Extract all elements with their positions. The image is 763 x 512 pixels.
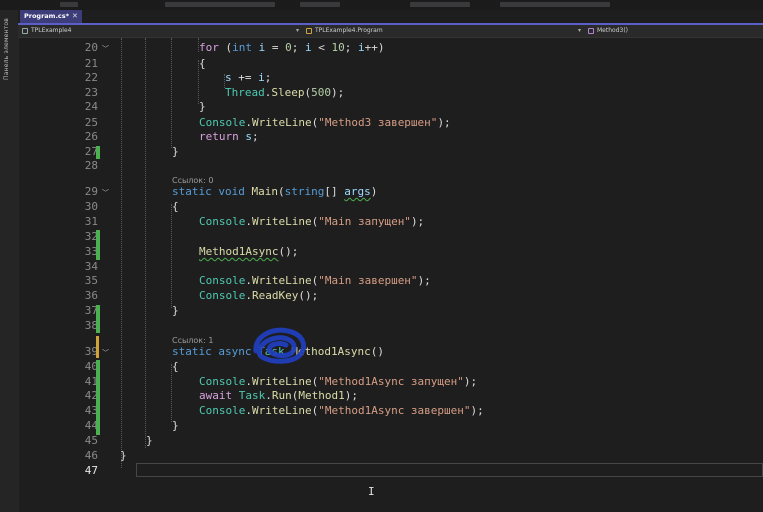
code-line: return s; — [199, 130, 259, 143]
line-number: 42 — [84, 389, 98, 402]
line-number: 40 — [84, 360, 98, 373]
change-marker — [96, 360, 100, 435]
line-number: 23 — [84, 86, 98, 99]
tab-label: Program.cs* — [24, 12, 70, 20]
line-number: 39 — [84, 345, 98, 358]
code-line: for (int i = 0; i < 10; i++) — [199, 41, 385, 54]
line-number: 28 — [84, 159, 98, 172]
toolbar-blur — [410, 2, 470, 7]
change-marker — [96, 230, 100, 260]
toolbar-blur — [60, 2, 78, 7]
line-number: 34 — [84, 260, 98, 273]
member-dropdown[interactable]: Method3() — [588, 25, 628, 37]
line-number: 45 — [84, 434, 98, 447]
code-line: } — [146, 434, 153, 447]
code-line: s += i; — [225, 71, 272, 84]
close-icon[interactable]: ✕ — [72, 10, 78, 23]
code-line: } — [172, 419, 179, 432]
toolbox-label[interactable]: Панель элементов — [3, 18, 10, 80]
code-lens-references[interactable]: Ссылок: 1 — [172, 336, 213, 345]
line-number: 24 — [84, 100, 98, 113]
code-line: { — [172, 360, 179, 373]
csharp-project-icon — [22, 28, 28, 34]
line-number: 20 — [84, 41, 98, 54]
code-line: Console.WriteLine("Main завершен"); — [199, 274, 431, 287]
toolbox-panel[interactable]: Панель элементов — [0, 10, 19, 512]
fold-chevron-icon[interactable]: ﹀ — [102, 188, 109, 198]
line-number: 26 — [84, 130, 98, 143]
line-number: 36 — [84, 289, 98, 302]
code-line: await Task.Run(Method1); — [199, 389, 358, 402]
gutter-border — [18, 38, 19, 512]
tab-strip: Program.cs* ✕ — [18, 10, 763, 25]
indent-guide — [121, 38, 122, 468]
indent-guide — [145, 38, 146, 448]
code-line: Console.WriteLine("Method1Async запущен"… — [199, 375, 478, 388]
code-lens-references[interactable]: Ссылок: 0 — [172, 176, 213, 185]
project-name: TPLExample4 — [31, 27, 72, 34]
code-line: Console.WriteLine("Main запущен"); — [199, 215, 425, 228]
line-number: 37 — [84, 304, 98, 317]
tab-program-cs[interactable]: Program.cs* ✕ — [20, 10, 82, 23]
method-icon — [588, 28, 594, 34]
line-number: 21 — [84, 57, 98, 70]
line-number: 38 — [84, 319, 98, 332]
line-number: 25 — [84, 116, 98, 129]
line-number: 32 — [84, 230, 98, 243]
change-marker — [96, 336, 99, 358]
fold-chevron-icon[interactable]: ﹀ — [102, 348, 109, 358]
code-line: { — [199, 57, 206, 70]
current-line-highlight[interactable] — [136, 463, 763, 477]
code-line: Method1Async(); — [199, 245, 299, 258]
code-line: } — [172, 304, 179, 317]
indent-guide — [171, 204, 172, 308]
navigation-bar: TPLExample4 ▾ TPLExample4.Program ▾ Meth… — [18, 25, 763, 38]
line-number: 30 — [84, 200, 98, 213]
line-number: 27 — [84, 145, 98, 158]
chevron-down-icon[interactable]: ▾ — [578, 25, 581, 37]
code-line: Thread.Sleep(500); — [225, 86, 345, 99]
fold-chevron-icon[interactable]: ﹀ — [102, 44, 109, 54]
chevron-down-icon[interactable]: ▾ — [296, 25, 299, 37]
toolbar-blur — [500, 2, 610, 7]
line-number: 22 — [84, 71, 98, 84]
change-marker — [96, 305, 100, 333]
code-editor[interactable]: 20 21 22 23 24 25 26 27 28 29 30 31 32 3… — [18, 38, 763, 512]
code-line: Console.WriteLine("Method3 завершен"); — [199, 116, 451, 129]
line-number: 44 — [84, 419, 98, 432]
class-dropdown[interactable]: TPLExample4.Program — [306, 25, 383, 37]
code-line: } — [120, 449, 127, 462]
line-number: 46 — [84, 449, 98, 462]
code-line: Console.ReadKey(); — [199, 289, 319, 302]
line-number: 47 — [84, 464, 98, 477]
pen-annotation — [253, 327, 306, 364]
toolbar-blur — [165, 2, 275, 7]
line-number: 43 — [84, 404, 98, 417]
change-marker — [96, 146, 100, 159]
line-number: 41 — [84, 375, 98, 388]
toolbar-blur — [300, 2, 340, 7]
class-icon — [306, 28, 312, 34]
line-number: 31 — [84, 215, 98, 228]
code-line: } — [199, 100, 206, 113]
code-line: } — [172, 145, 179, 158]
project-dropdown[interactable]: TPLExample4 — [22, 25, 71, 37]
indent-guide — [171, 38, 172, 148]
code-line: static void Main(string[] args) — [172, 185, 378, 198]
member-name: Method3() — [597, 27, 629, 34]
class-name: TPLExample4.Program — [315, 27, 383, 34]
text-cursor-icon: I — [368, 485, 375, 498]
line-number: 33 — [84, 245, 98, 258]
line-number: 29 — [84, 185, 98, 198]
line-number: 35 — [84, 274, 98, 287]
code-line: { — [172, 200, 179, 213]
code-line: Console.WriteLine("Method1Async завершен… — [199, 404, 484, 417]
